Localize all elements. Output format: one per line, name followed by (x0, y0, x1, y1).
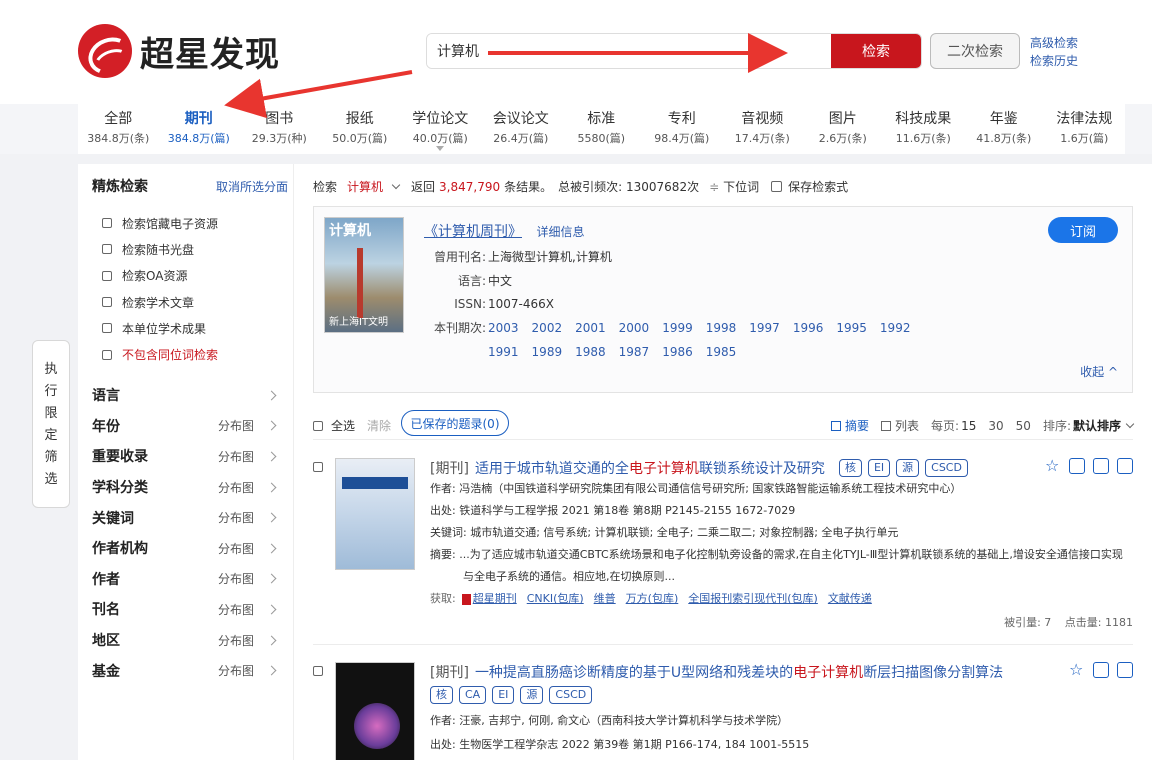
arrow-to-journal-tab (224, 70, 413, 119)
annotation-arrows (224, 33, 788, 119)
